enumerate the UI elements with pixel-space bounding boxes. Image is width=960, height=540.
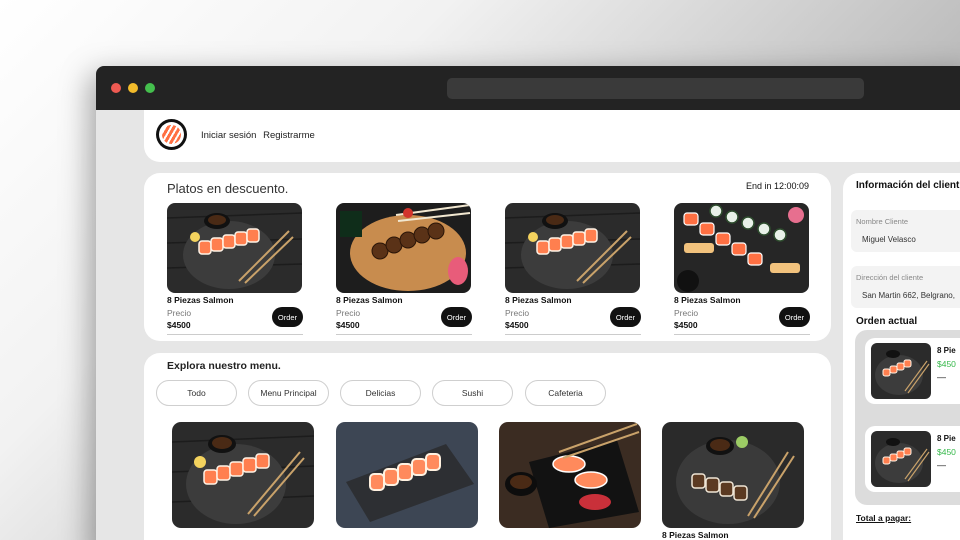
discount-card[interactable]: 8 Piezas Salmon Precio $4500 Order (167, 203, 303, 337)
order-item-price: $450 (937, 359, 956, 369)
total-label: Total a pagar: (856, 513, 912, 523)
countdown-timer: End in 12:00:09 (745, 181, 809, 191)
top-header: Iniciar sesión Registrarme (144, 110, 960, 162)
menu-card[interactable]: 8 Piezas Salmon (662, 422, 804, 540)
current-order-list: 8 Pie $450 — 8 Pie $450 — (855, 330, 960, 505)
filter-cafeteria[interactable]: Cafeteria (525, 380, 606, 406)
eel-sushi-image (662, 422, 804, 528)
order-button[interactable]: Order (779, 307, 810, 327)
client-address-value: San Martin 662, Belgrano, (862, 291, 955, 300)
discount-card[interactable]: 8 Piezas Salmon Precio $4500 Order (674, 203, 810, 337)
item-name: 8 Piezas Salmon (674, 295, 741, 305)
sushi-plate-image (505, 203, 640, 293)
salmon-stripes (162, 125, 181, 144)
menu-card[interactable] (336, 422, 478, 528)
menu-card[interactable] (499, 422, 641, 528)
order-item[interactable]: 8 Pie $450 — (865, 338, 960, 404)
auth-links: Iniciar sesión Registrarme (201, 130, 319, 141)
maximize-window-button[interactable] (145, 83, 155, 93)
sushi-board-image (336, 203, 471, 293)
filter-menu-principal[interactable]: Menu Principal (248, 380, 329, 406)
client-panel: Información del client Nombre Cliente Mi… (843, 173, 960, 540)
order-item-quantity[interactable]: — (937, 372, 946, 382)
client-name-field[interactable]: Nombre Cliente Miguel Velasco (851, 210, 960, 252)
register-link[interactable]: Registrarme (263, 130, 315, 141)
menu-card[interactable] (172, 422, 314, 528)
order-item-quantity[interactable]: — (937, 460, 946, 470)
card-divider (336, 334, 472, 335)
order-item-image (871, 343, 931, 399)
order-item-image (871, 431, 931, 487)
address-bar[interactable] (447, 78, 864, 99)
salmon-roll-image (336, 422, 478, 528)
sushi-logo-icon[interactable] (156, 119, 187, 150)
client-address-field[interactable]: Dirección del cliente San Martin 662, Be… (851, 266, 960, 308)
discount-title: Platos en descuento. (167, 181, 289, 196)
minimize-window-button[interactable] (128, 83, 138, 93)
filter-todo[interactable]: Todo (156, 380, 237, 406)
sushi-plate-image (172, 422, 314, 528)
item-name: 8 Piezas Salmon (167, 295, 234, 305)
client-name-label: Nombre Cliente (856, 217, 909, 226)
sushi-plate-image (167, 203, 302, 293)
browser-window: Iniciar sesión Registrarme Platos en des… (96, 66, 960, 540)
discount-card[interactable]: 8 Piezas Salmon Precio $4500 Order (505, 203, 641, 337)
menu-title: Explora nuestro menu. (167, 360, 281, 372)
card-divider (167, 334, 303, 335)
discount-card[interactable]: 8 Piezas Salmon Precio $4500 Order (336, 203, 472, 337)
item-name: 8 Piezas Salmon (662, 530, 729, 540)
client-name-value: Miguel Velasco (862, 235, 916, 244)
order-button[interactable]: Order (272, 307, 303, 327)
card-divider (674, 334, 810, 335)
login-link[interactable]: Iniciar sesión (201, 130, 256, 141)
app-content: Iniciar sesión Registrarme Platos en des… (96, 110, 960, 540)
discount-section: Platos en descuento. End in 12:00:09 8 P… (144, 173, 831, 341)
order-button[interactable]: Order (610, 307, 641, 327)
order-item-price: $450 (937, 447, 956, 457)
order-item[interactable]: 8 Pie $450 — (865, 426, 960, 492)
sushi-platter-image (674, 203, 809, 293)
client-address-label: Dirección del cliente (856, 273, 924, 282)
current-order-title: Orden actual (856, 316, 918, 327)
menu-section: Explora nuestro menu. Todo Menu Principa… (144, 353, 831, 540)
item-name: 8 Piezas Salmon (336, 295, 403, 305)
order-item-name: 8 Pie (937, 346, 956, 355)
order-item-name: 8 Pie (937, 434, 956, 443)
card-divider (505, 334, 641, 335)
nigiri-image (499, 422, 641, 528)
close-window-button[interactable] (111, 83, 121, 93)
logo-ring (159, 122, 184, 147)
filter-delicias[interactable]: Delicias (340, 380, 421, 406)
item-name: 8 Piezas Salmon (505, 295, 572, 305)
filter-sushi[interactable]: Sushi (432, 380, 513, 406)
title-bar (96, 66, 960, 110)
order-button[interactable]: Order (441, 307, 472, 327)
client-info-title: Información del client (856, 180, 960, 191)
